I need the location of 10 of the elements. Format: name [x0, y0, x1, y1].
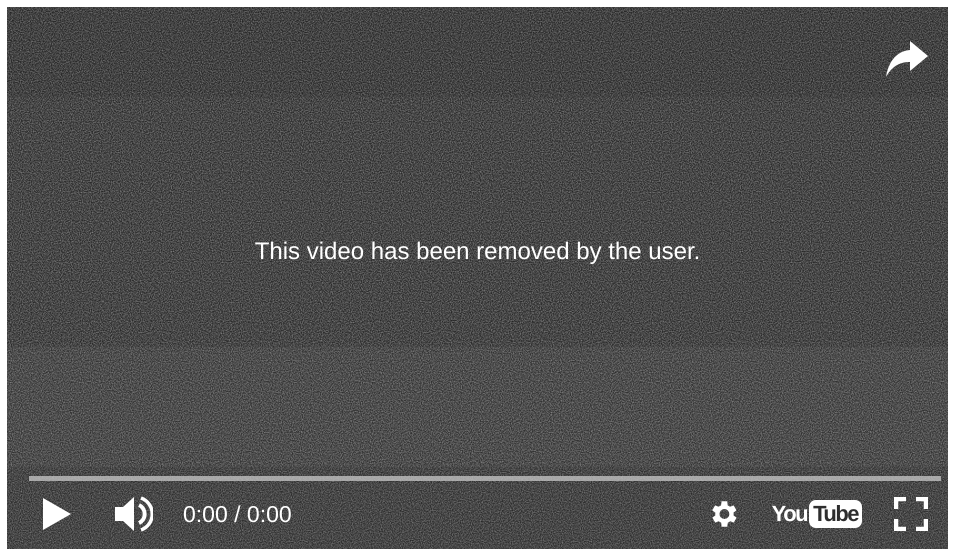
play-button[interactable] [43, 498, 71, 530]
fullscreen-icon [894, 497, 928, 531]
share-button[interactable] [886, 41, 928, 77]
speaker-icon [115, 496, 153, 532]
fullscreen-button[interactable] [894, 497, 928, 531]
removed-message: This video has been removed by the user. [254, 238, 700, 266]
share-icon [886, 41, 928, 77]
volume-button[interactable] [115, 496, 153, 532]
time-display: 0:00 / 0:00 [183, 500, 292, 528]
play-icon [43, 498, 71, 530]
